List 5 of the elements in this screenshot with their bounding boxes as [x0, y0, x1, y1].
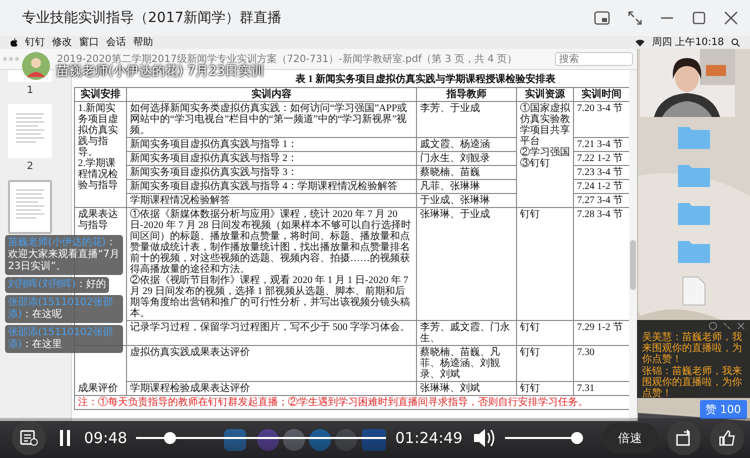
picture-in-picture-icon[interactable]	[594, 11, 610, 25]
maximize-icon[interactable]	[692, 11, 706, 25]
window-title: 专业技能实训指导（2017新闻学）群直播	[22, 9, 282, 27]
fullscreen-icon[interactable]	[628, 11, 642, 25]
close-icon[interactable]	[724, 11, 738, 25]
